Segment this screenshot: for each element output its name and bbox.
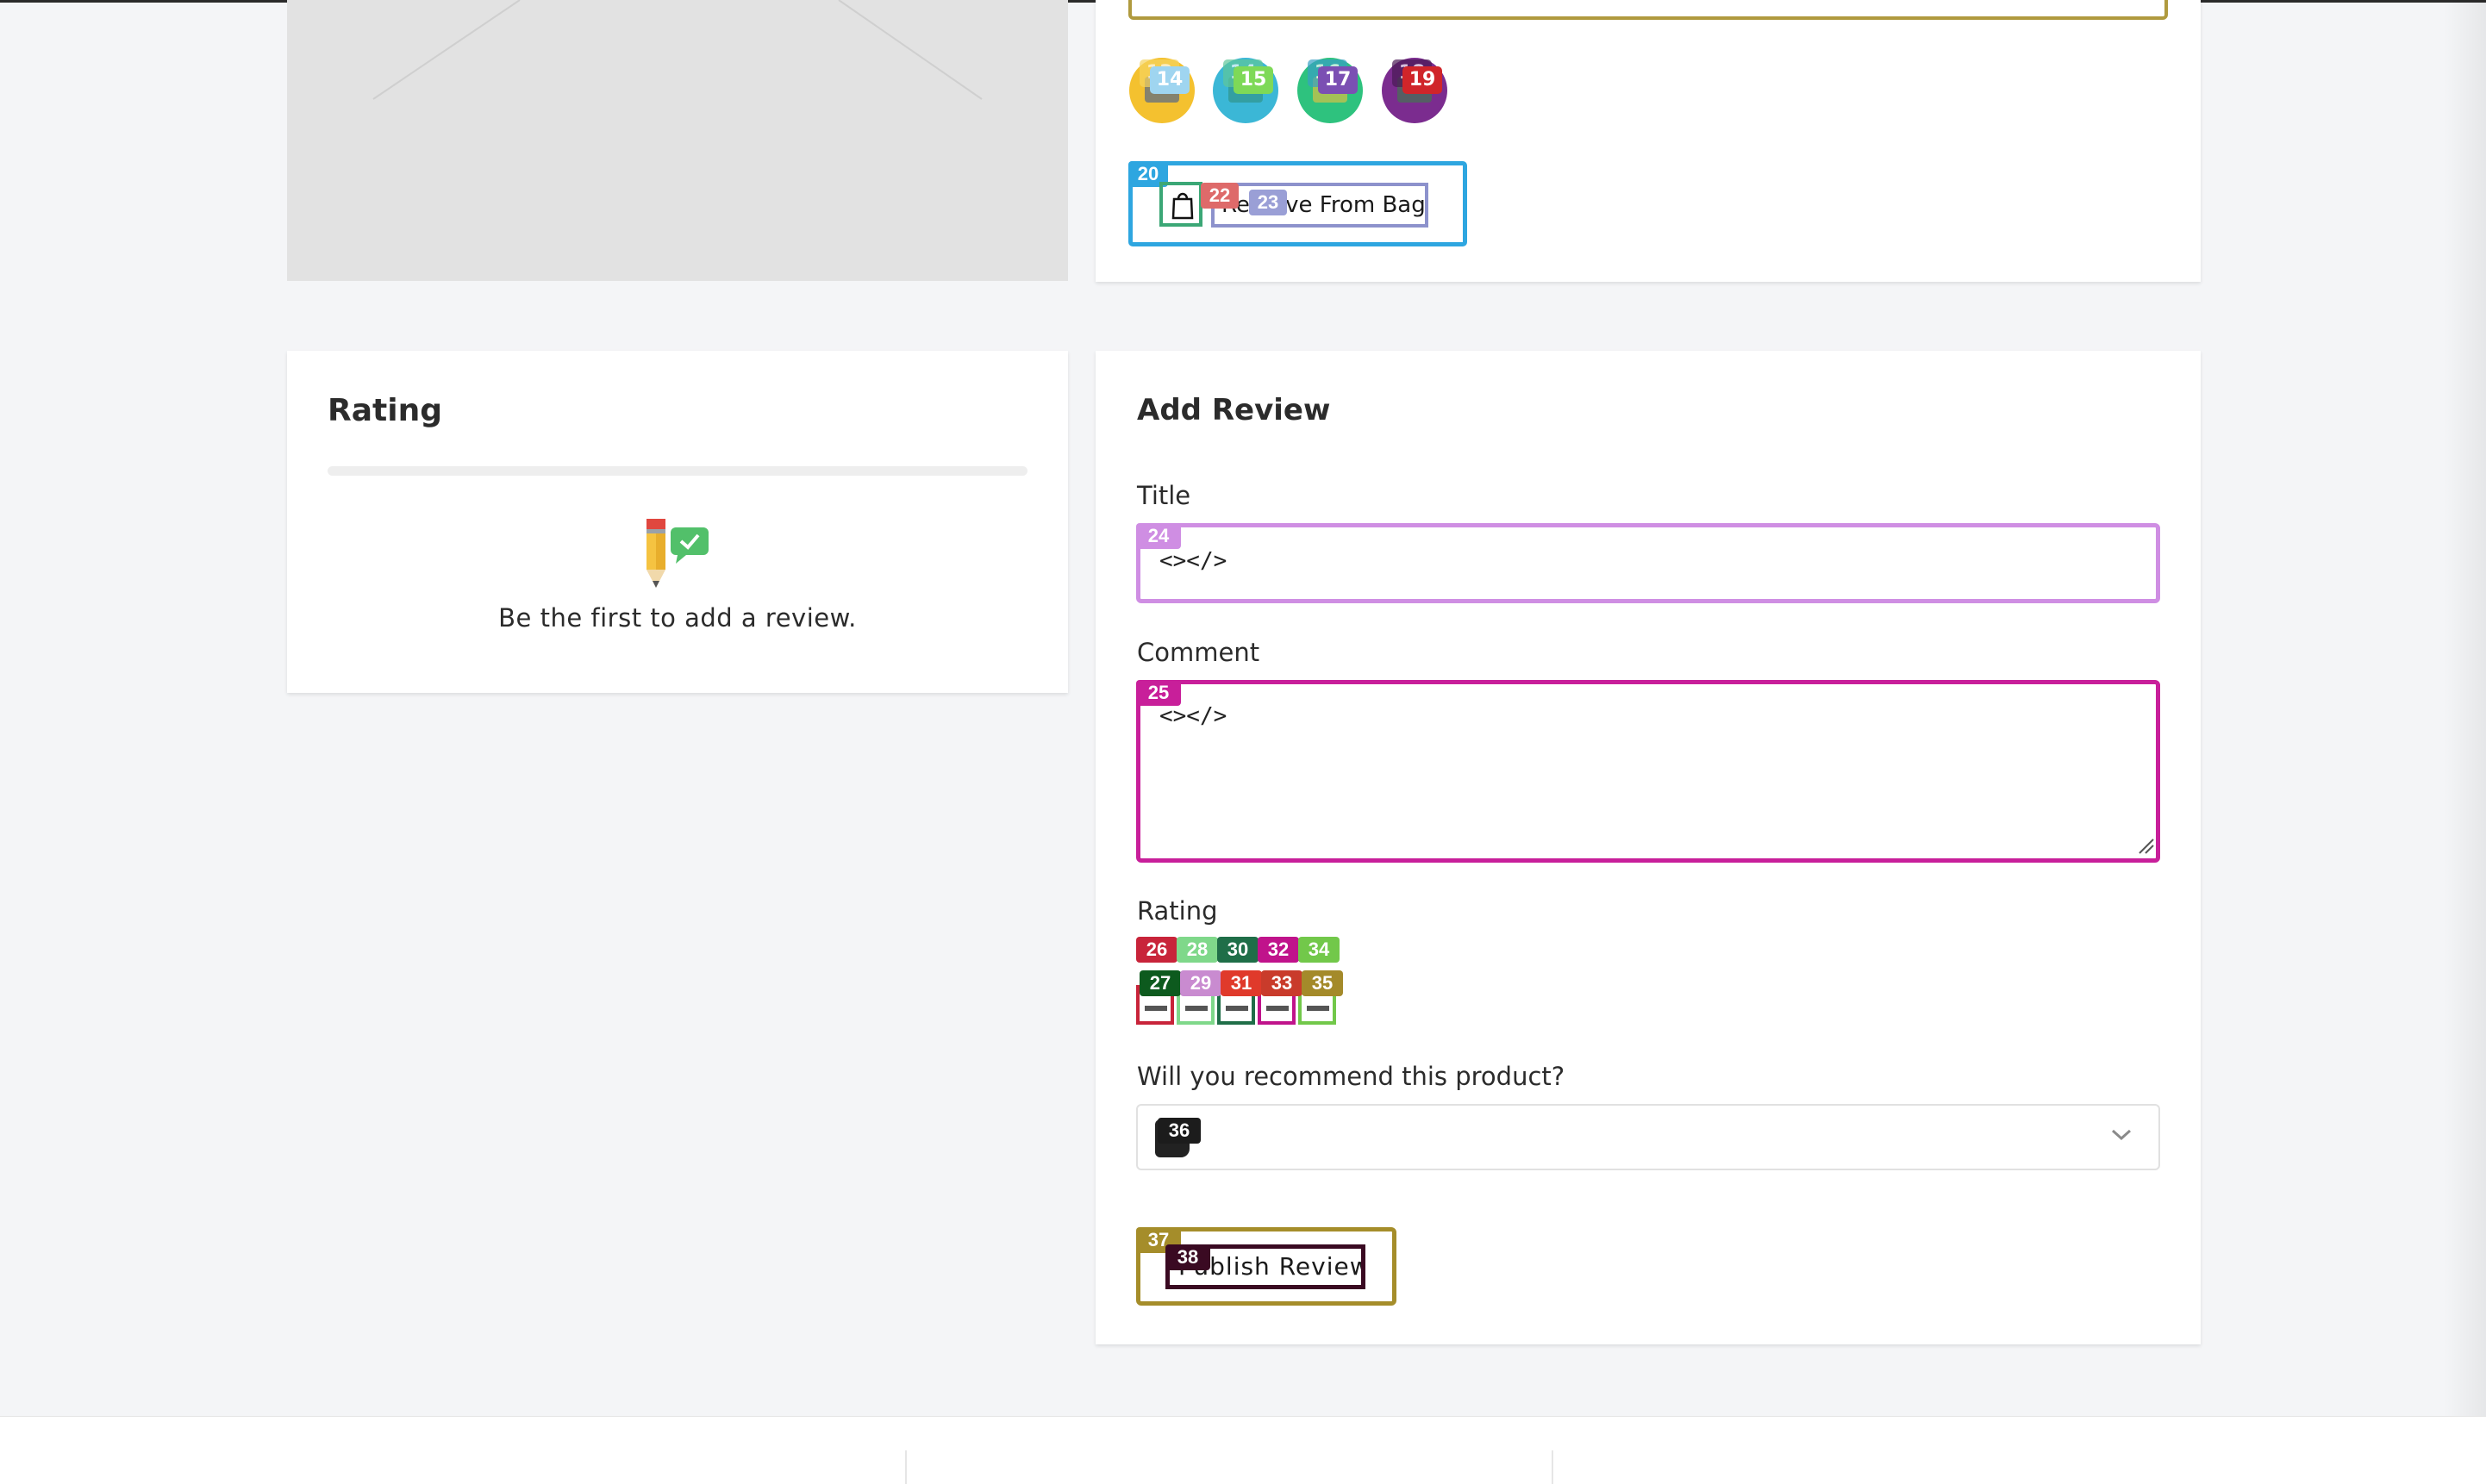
chevron-down-icon [2111, 1129, 2132, 1141]
share-badge: 17 [1318, 66, 1358, 94]
review-comment-textarea[interactable]: <></> [1136, 680, 2160, 863]
pinterest-share-icon[interactable]: 18 19 [1382, 58, 1447, 123]
star-badge-top: 30 [1217, 937, 1259, 963]
product-image-placeholder [287, 0, 1068, 281]
star-badge-top: 34 [1298, 937, 1340, 963]
shopping-bag-glyph [1171, 192, 1194, 220]
star-badge-bottom: 27 [1140, 970, 1181, 996]
bag-label-badge: 23 [1249, 190, 1287, 215]
recommend-badge: 36 [1158, 1118, 1201, 1144]
footer-divider [1552, 1450, 1553, 1484]
rating-heading: Rating [328, 393, 442, 428]
star-badge-bottom: 33 [1261, 970, 1302, 996]
star-badge-bottom: 29 [1180, 970, 1221, 996]
remove-from-bag-label: Remove From Bag [1211, 183, 1428, 228]
star-badge-top: 28 [1177, 937, 1218, 963]
twitter-share-icon[interactable]: 14 15 [1213, 58, 1278, 123]
review-title-input[interactable]: <></> [1136, 523, 2160, 603]
add-review-heading: Add Review [1137, 393, 1331, 427]
rating-divider [328, 466, 1028, 476]
side-drawer-shadow [2444, 0, 2486, 1416]
write-review-icon [645, 517, 710, 589]
shopping-bag-icon [1159, 182, 1202, 227]
empty-review-message: Be the first to add a review. [498, 603, 857, 633]
placeholder-lines [372, 0, 983, 100]
star-badge-top: 32 [1258, 937, 1299, 963]
quantity-field[interactable] [1128, 0, 2168, 20]
title-label: Title [1137, 481, 1191, 510]
share-badge: 15 [1234, 66, 1273, 94]
rating-label: Rating [1137, 896, 1218, 926]
footer-divider [905, 1450, 907, 1484]
recommend-label: Will you recommend this product? [1137, 1062, 1565, 1091]
comment-label: Comment [1137, 638, 1260, 667]
star-badge-bottom: 35 [1302, 970, 1343, 996]
facebook-share-icon[interactable]: 13 14 [1129, 58, 1195, 123]
title-input-badge: 24 [1136, 523, 1181, 549]
page-footer [0, 1416, 2486, 1484]
bag-icon-badge: 22 [1201, 183, 1239, 209]
pencil-comment-glyph [646, 519, 709, 588]
recommend-select[interactable] [1136, 1104, 2160, 1170]
comment-input-badge: 25 [1136, 680, 1181, 706]
publish-label-badge: 38 [1165, 1244, 1210, 1270]
share-badge: 19 [1402, 66, 1442, 94]
star-badge-bottom: 31 [1221, 970, 1262, 996]
email-share-icon[interactable]: 16 17 [1297, 58, 1363, 123]
star-badge-top: 26 [1136, 937, 1177, 963]
share-badge: 14 [1150, 66, 1190, 94]
textarea-resize-handle[interactable] [2136, 836, 2155, 855]
